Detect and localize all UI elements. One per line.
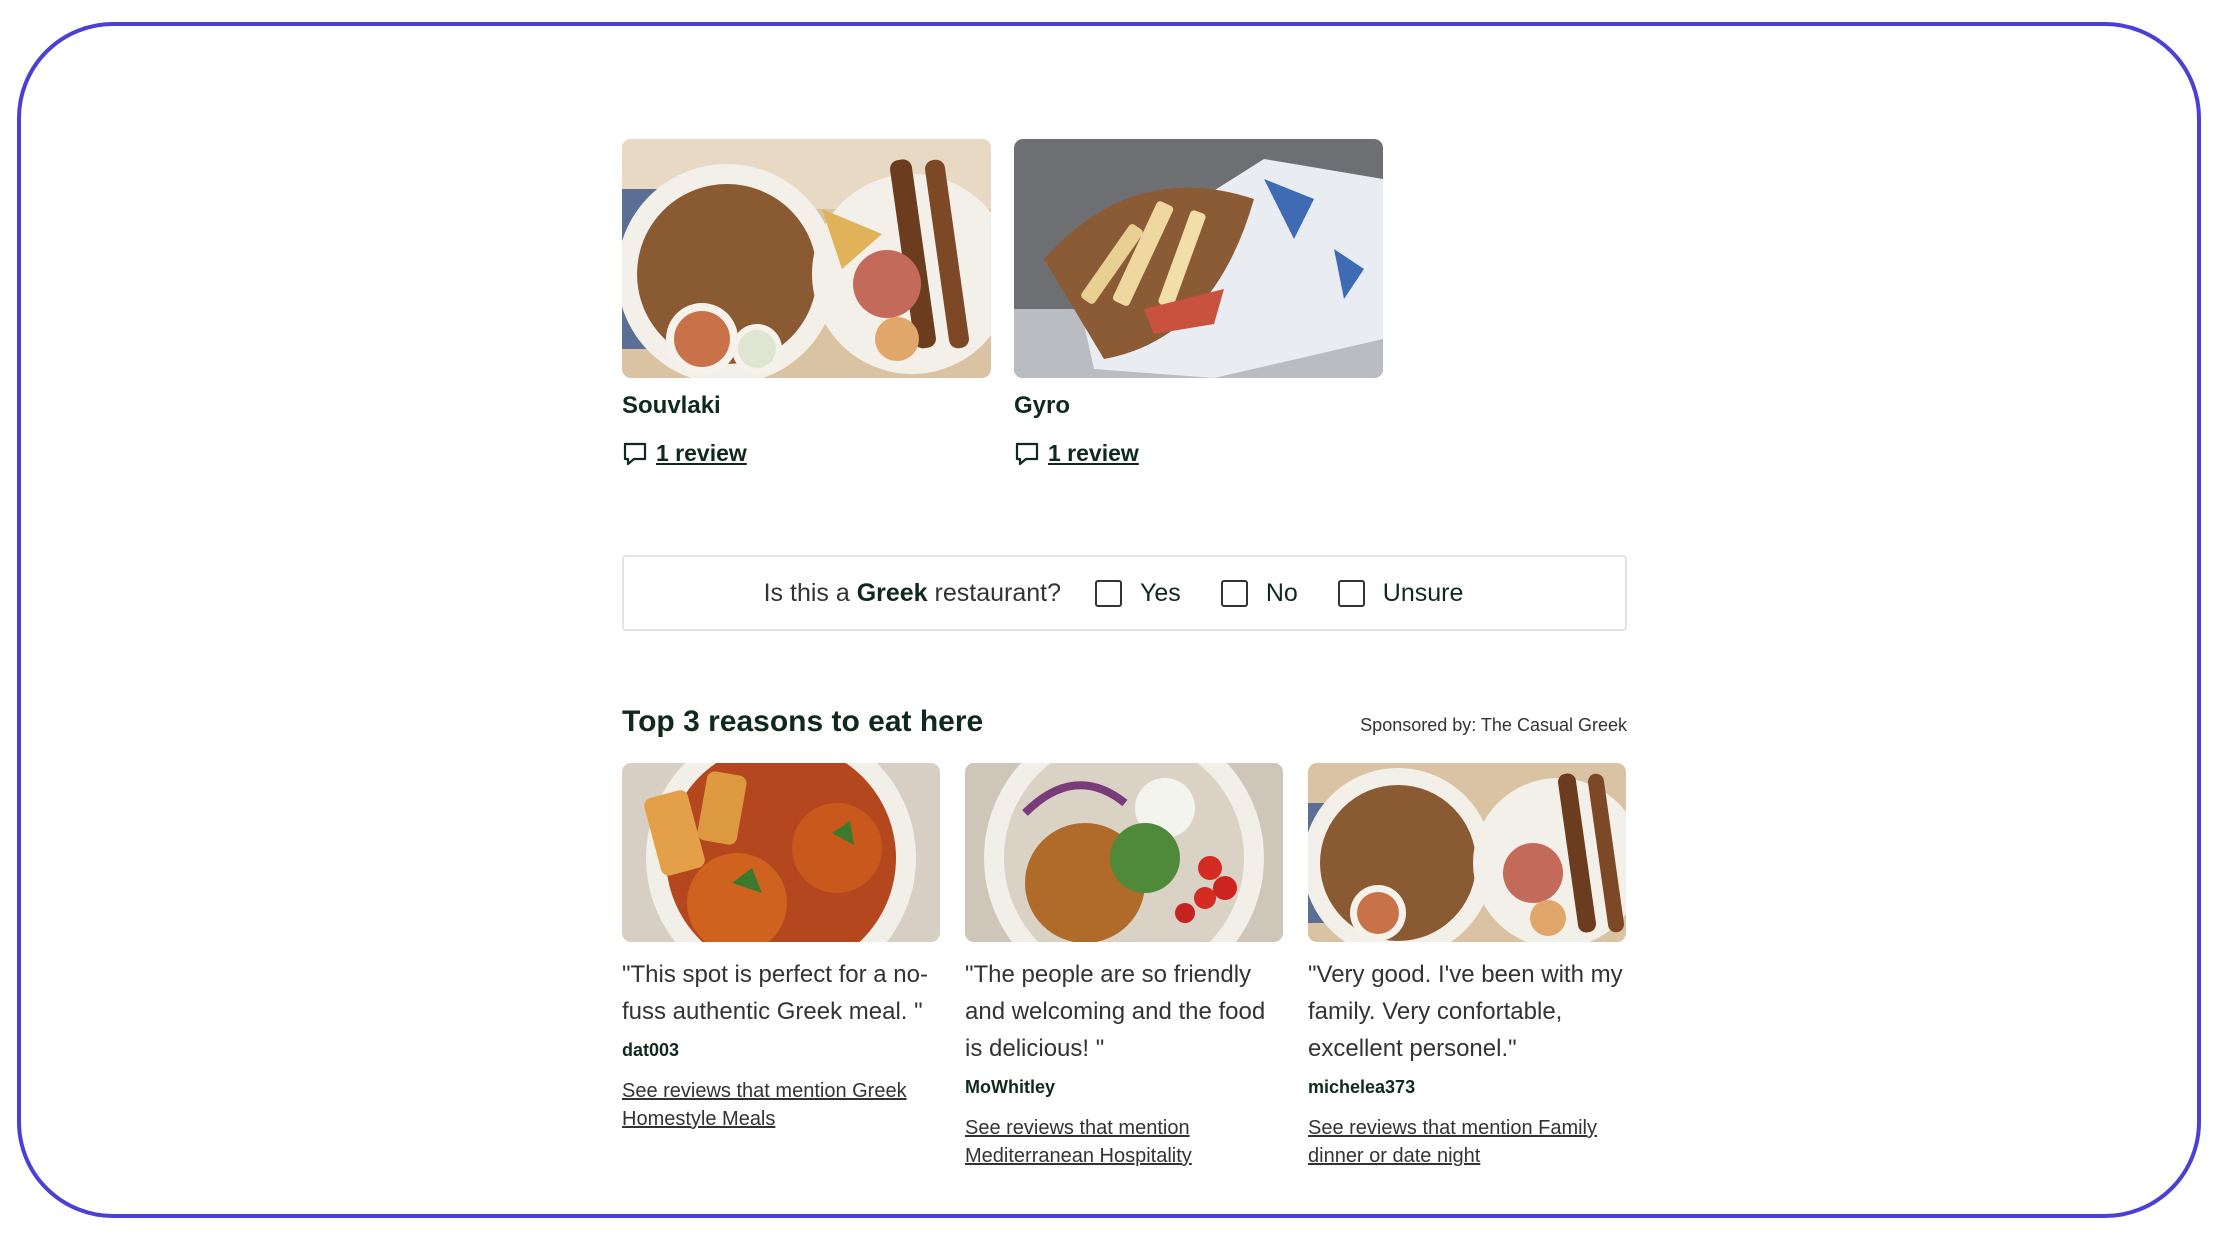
review-count-label[interactable]: 1 review	[656, 440, 747, 467]
dish-name[interactable]: Gyro	[1014, 392, 1383, 420]
speech-bubble-icon	[623, 442, 647, 465]
reason-card: "Very good. I've been with my family. Ve…	[1308, 763, 1626, 1170]
frame: Souvlaki 1 review Gyro 1 review Is this …	[17, 22, 2201, 1218]
review-quote: "This spot is perfect for a no-fuss auth…	[622, 961, 928, 1025]
dish-card-souvlaki[interactable]: Souvlaki 1 review	[622, 139, 991, 467]
option-yes-label[interactable]: Yes	[1140, 579, 1181, 608]
reasons-header: Top 3 reasons to eat here Sponsored by: …	[622, 705, 1627, 739]
review-count-link[interactable]: 1 review	[1014, 440, 1383, 467]
speech-bubble-icon	[1015, 442, 1039, 465]
review-count-label[interactable]: 1 review	[1048, 440, 1139, 467]
popular-dishes: Souvlaki 1 review Gyro 1 review	[622, 139, 1627, 467]
option-unsure[interactable]: Unsure	[1337, 579, 1464, 608]
reason-image[interactable]	[1308, 763, 1626, 942]
reasons-list: "This spot is perfect for a no-fuss auth…	[622, 763, 1627, 1170]
sponsored-label: Sponsored by: The Casual Greek	[1360, 715, 1627, 735]
option-no[interactable]: No	[1220, 579, 1298, 608]
option-no-label[interactable]: No	[1266, 579, 1298, 608]
option-yes[interactable]: Yes	[1095, 579, 1181, 608]
review-author[interactable]: dat003	[622, 1040, 940, 1061]
dish-card-gyro[interactable]: Gyro 1 review	[1014, 139, 1383, 467]
dish-image-souvlaki[interactable]	[622, 139, 991, 378]
review-author[interactable]: MoWhitley	[965, 1077, 1283, 1098]
reason-image[interactable]	[622, 763, 940, 942]
see-reviews-link[interactable]: See reviews that mention Family dinner o…	[1308, 1114, 1626, 1170]
review-quote: "The people are so friendly and welcomin…	[965, 961, 1266, 1062]
cuisine-question-box: Is this a Greek restaurant? Yes No Unsur…	[622, 555, 1627, 631]
reason-card: "This spot is perfect for a no-fuss auth…	[622, 763, 940, 1170]
dish-name[interactable]: Souvlaki	[622, 392, 991, 420]
reasons-title: Top 3 reasons to eat here	[622, 705, 984, 738]
see-reviews-link[interactable]: See reviews that mention Mediterranean H…	[965, 1114, 1283, 1170]
checkbox-unsure[interactable]	[1337, 579, 1365, 607]
see-reviews-link[interactable]: See reviews that mention Greek Homestyle…	[622, 1077, 940, 1133]
reason-image[interactable]	[965, 763, 1283, 942]
dish-image-gyro[interactable]	[1014, 139, 1383, 378]
review-count-link[interactable]: 1 review	[622, 440, 991, 467]
option-unsure-label[interactable]: Unsure	[1383, 579, 1464, 608]
review-author[interactable]: michelea373	[1308, 1077, 1626, 1098]
cuisine-question: Is this a Greek restaurant?	[763, 578, 1062, 607]
checkbox-no[interactable]	[1220, 579, 1248, 607]
restaurant-content: Souvlaki 1 review Gyro 1 review Is this …	[622, 139, 1627, 1170]
checkbox-yes[interactable]	[1095, 579, 1123, 607]
review-quote: "Very good. I've been with my family. Ve…	[1308, 961, 1623, 1062]
reason-card: "The people are so friendly and welcomin…	[965, 763, 1283, 1170]
